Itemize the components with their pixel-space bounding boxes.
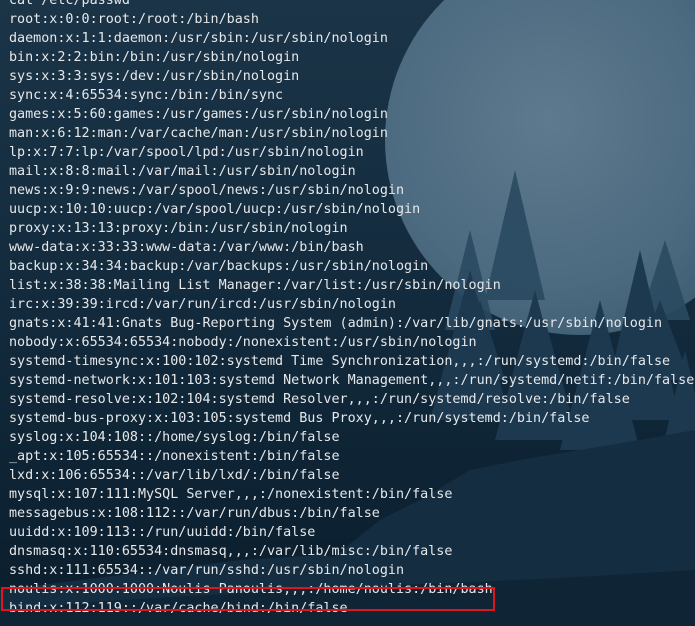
passwd-line: bin:x:2:2:bin:/bin:/usr/sbin/nologin (9, 50, 300, 65)
passwd-line: systemd-timesync:x:100:102:systemd Time … (9, 354, 671, 369)
passwd-line: mysql:x:107:111:MySQL Server,,,:/nonexis… (9, 487, 453, 502)
passwd-line: syslog:x:104:108::/home/syslog:/bin/fals… (9, 430, 340, 445)
passwd-line: daemon:x:1:1:daemon:/usr/sbin:/usr/sbin/… (9, 31, 388, 46)
passwd-line: systemd-resolve:x:102:104:systemd Resolv… (9, 392, 630, 407)
passwd-line: gnats:x:41:41:Gnats Bug-Reporting System… (9, 316, 663, 331)
passwd-line: news:x:9:9:news:/var/spool/news:/usr/sbi… (9, 183, 405, 198)
passwd-line: sync:x:4:65534:sync:/bin:/bin/sync (9, 88, 284, 103)
passwd-line: sshd:x:111:65534::/var/run/sshd:/usr/sbi… (9, 563, 405, 578)
passwd-line: mail:x:8:8:mail:/var/mail:/usr/sbin/nolo… (9, 164, 356, 179)
passwd-line: sys:x:3:3:sys:/dev:/usr/sbin/nologin (9, 69, 300, 84)
passwd-line: systemd-bus-proxy:x:103:105:systemd Bus … (9, 411, 590, 426)
highlight-box (1, 587, 495, 611)
passwd-line: lxd:x:106:65534::/var/lib/lxd/:/bin/fals… (9, 468, 340, 483)
passwd-line: uucp:x:10:10:uucp:/var/spool/uucp:/usr/s… (9, 202, 421, 217)
passwd-line: messagebus:x:108:112::/var/run/dbus:/bin… (9, 506, 380, 521)
passwd-line: nobody:x:65534:65534:nobody:/nonexistent… (9, 335, 477, 350)
terminal-output[interactable]: cat /etc/passwd root:x:0:0:root:/root:/b… (0, 0, 695, 626)
passwd-line: lp:x:7:7:lp:/var/spool/lpd:/usr/sbin/nol… (9, 145, 364, 160)
passwd-line: man:x:6:12:man:/var/cache/man:/usr/sbin/… (9, 126, 388, 141)
command-line: cat /etc/passwd (9, 0, 130, 8)
passwd-line: list:x:38:38:Mailing List Manager:/var/l… (9, 278, 501, 293)
passwd-line: _apt:x:105:65534::/nonexistent:/bin/fals… (9, 449, 340, 464)
passwd-line: games:x:5:60:games:/usr/games:/usr/sbin/… (9, 107, 388, 122)
passwd-line: backup:x:34:34:backup:/var/backups:/usr/… (9, 259, 429, 274)
passwd-line: www-data:x:33:33:www-data:/var/www:/bin/… (9, 240, 364, 255)
passwd-line: uuidd:x:109:113::/run/uuidd:/bin/false (9, 525, 316, 540)
passwd-line: root:x:0:0:root:/root:/bin/bash (9, 12, 259, 27)
passwd-line: proxy:x:13:13:proxy:/bin:/usr/sbin/nolog… (9, 221, 348, 236)
passwd-line: systemd-network:x:101:103:systemd Networ… (9, 373, 695, 388)
passwd-line: irc:x:39:39:ircd:/var/run/ircd:/usr/sbin… (9, 297, 396, 312)
passwd-line: dnsmasq:x:110:65534:dnsmasq,,,:/var/lib/… (9, 544, 453, 559)
